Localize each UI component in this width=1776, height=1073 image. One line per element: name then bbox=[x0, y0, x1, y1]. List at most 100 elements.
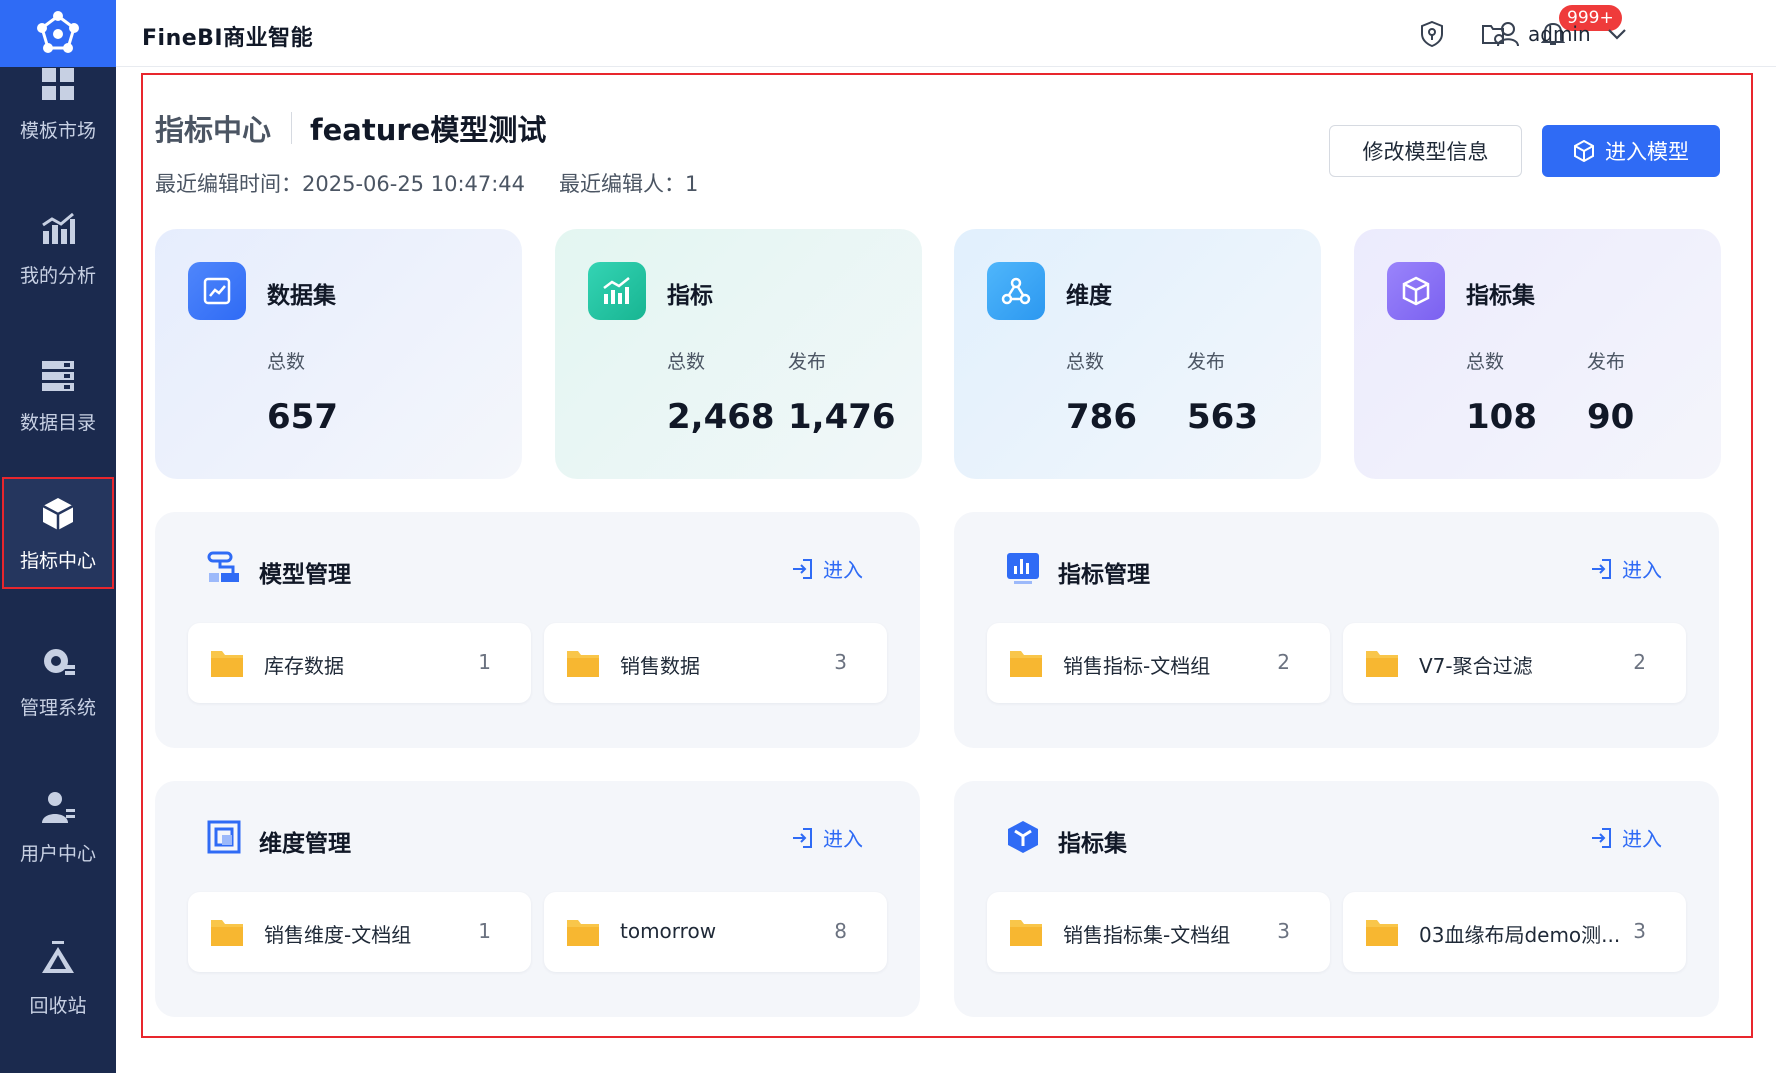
section-enter-link[interactable]: 进入 bbox=[1590, 823, 1662, 852]
dataset-chart-icon bbox=[188, 262, 246, 320]
section-title: 指标集 bbox=[1058, 831, 1127, 857]
folder-card[interactable]: 03血缘布局demo测... 3 bbox=[1343, 892, 1686, 972]
app-root: 模板市场 我的分析 数据目录 指标中心 管理系统 用户中心 回收站 FineBI… bbox=[0, 0, 1776, 1073]
folder-name: 销售维度-文档组 bbox=[264, 923, 412, 947]
folder-card[interactable]: 库存数据 1 bbox=[188, 623, 531, 703]
section-enter-link[interactable]: 进入 bbox=[791, 823, 863, 852]
section-title: 维度管理 bbox=[259, 831, 351, 857]
stat-total-value: 657 bbox=[267, 397, 338, 437]
section-dimension-management: 维度管理 进入 销售维度-文档组 1 tomorrow 8 bbox=[155, 781, 920, 1017]
sidebar-item-label: 回收站 bbox=[29, 994, 87, 1017]
sidebar-item-management-system[interactable]: 管理系统 bbox=[0, 624, 116, 736]
shield-icon[interactable] bbox=[1418, 20, 1446, 48]
last-editor: 最近编辑人：1 bbox=[559, 172, 699, 196]
enter-model-label: 进入模型 bbox=[1605, 140, 1689, 164]
folder-count: 3 bbox=[1277, 919, 1290, 943]
model-cube-icon bbox=[1574, 140, 1594, 162]
folder-icon bbox=[1366, 651, 1398, 677]
stat-total-label: 总数 bbox=[1466, 351, 1505, 373]
section-metric-set: 指标集 进入 销售指标集-文档组 3 03血缘布局demo测... 3 bbox=[954, 781, 1719, 1017]
folder-name: 销售数据 bbox=[620, 654, 700, 678]
folder-name: 销售指标集-文档组 bbox=[1063, 923, 1231, 947]
user-avatar-icon bbox=[1497, 22, 1519, 47]
sidebar-item-my-analysis[interactable]: 我的分析 bbox=[0, 192, 116, 304]
sidebar-item-user-center[interactable]: 用户中心 bbox=[0, 770, 116, 882]
metric-trend-icon bbox=[588, 262, 646, 320]
stat-published-value: 90 bbox=[1587, 397, 1635, 437]
edit-model-info-button[interactable]: 修改模型信息 bbox=[1329, 125, 1522, 177]
stat-title: 数据集 bbox=[267, 283, 336, 309]
folder-name: tomorrow bbox=[620, 919, 717, 943]
enter-arrow-icon bbox=[793, 827, 812, 848]
folder-name: 03血缘布局demo测... bbox=[1419, 923, 1621, 947]
section-enter-link[interactable]: 进入 bbox=[1590, 554, 1662, 583]
enter-label: 进入 bbox=[1622, 558, 1662, 582]
folder-icon bbox=[567, 651, 599, 677]
sidebar-item-label: 数据目录 bbox=[19, 411, 96, 434]
metric-center-cube-icon bbox=[38, 494, 78, 534]
enter-model-button[interactable]: 进入模型 bbox=[1542, 125, 1720, 177]
enter-arrow-icon bbox=[793, 558, 812, 579]
sidebar-item-label: 管理系统 bbox=[19, 696, 96, 719]
sidebar-item-label: 我的分析 bbox=[19, 264, 96, 287]
breadcrumb-section[interactable]: 指标中心 bbox=[155, 107, 271, 149]
template-market-icon bbox=[38, 64, 78, 104]
chevron-down-icon bbox=[1607, 29, 1626, 40]
last-edit-time: 最近编辑时间：2025-06-25 10:47:44 bbox=[155, 172, 526, 196]
metric-management-icon bbox=[1006, 551, 1040, 585]
sidebar-item-data-catalog[interactable]: 数据目录 bbox=[0, 339, 116, 451]
folder-card[interactable]: 销售数据 3 bbox=[544, 623, 887, 703]
enter-arrow-icon bbox=[1592, 558, 1611, 579]
folder-count: 1 bbox=[478, 650, 491, 674]
page-title-row: 指标中心 feature模型测试 bbox=[155, 108, 546, 148]
sidebar-item-label: 用户中心 bbox=[19, 842, 96, 865]
folder-icon bbox=[1010, 920, 1042, 946]
brand-title: FineBI商业智能 bbox=[142, 26, 314, 51]
dimension-management-icon bbox=[207, 820, 241, 854]
sidebar-item-label: 指标中心 bbox=[19, 549, 96, 572]
stat-card-dataset[interactable]: 数据集 总数 657 bbox=[155, 229, 522, 479]
model-meta: 最近编辑时间：2025-06-25 10:47:44 最近编辑人：1 bbox=[155, 168, 698, 198]
folder-icon bbox=[1366, 920, 1398, 946]
stat-card-metric[interactable]: 指标 总数 2,468 发布 1,476 bbox=[555, 229, 922, 479]
folder-count: 8 bbox=[834, 919, 847, 943]
folder-count: 2 bbox=[1633, 650, 1646, 674]
stat-published-label: 发布 bbox=[1187, 351, 1226, 373]
dimension-node-icon bbox=[987, 262, 1045, 320]
sidebar-item-recycle-bin[interactable]: 回收站 bbox=[0, 922, 116, 1034]
folder-icon bbox=[211, 651, 243, 677]
section-enter-link[interactable]: 进入 bbox=[791, 554, 863, 583]
sidebar-item-metric-center[interactable]: 指标中心 bbox=[2, 477, 114, 589]
stat-total-label: 总数 bbox=[667, 351, 706, 373]
enter-arrow-icon bbox=[1592, 827, 1611, 848]
section-title: 指标管理 bbox=[1058, 562, 1150, 588]
folder-name: 库存数据 bbox=[264, 654, 344, 678]
folder-card[interactable]: 销售指标集-文档组 3 bbox=[987, 892, 1330, 972]
data-catalog-icon bbox=[38, 356, 78, 396]
folder-card[interactable]: 销售维度-文档组 1 bbox=[188, 892, 531, 972]
stat-published-value: 563 bbox=[1187, 397, 1258, 437]
metric-set-icon bbox=[1006, 820, 1040, 854]
metric-set-cube-icon bbox=[1387, 262, 1445, 320]
title-divider bbox=[291, 112, 293, 144]
user-menu[interactable]: admin bbox=[1496, 18, 1627, 50]
folder-count: 1 bbox=[478, 919, 491, 943]
stat-published-label: 发布 bbox=[1587, 351, 1626, 373]
sidebar-item-label: 模板市场 bbox=[19, 119, 96, 142]
folder-count: 2 bbox=[1277, 650, 1290, 674]
sidebar-item-template-market[interactable]: 模板市场 bbox=[0, 47, 116, 159]
stat-title: 指标集 bbox=[1466, 283, 1535, 309]
folder-card[interactable]: tomorrow 8 bbox=[544, 892, 887, 972]
stat-total-value: 108 bbox=[1466, 397, 1537, 437]
enter-label: 进入 bbox=[1622, 827, 1662, 851]
folder-icon bbox=[1010, 651, 1042, 677]
stat-total-label: 总数 bbox=[267, 351, 306, 373]
user-icon bbox=[38, 787, 78, 827]
stat-card-dimension[interactable]: 维度 总数 786 发布 563 bbox=[954, 229, 1321, 479]
stat-card-metric-set[interactable]: 指标集 总数 108 发布 90 bbox=[1354, 229, 1721, 479]
folder-card[interactable]: V7-聚合过滤 2 bbox=[1343, 623, 1686, 703]
stat-published-value: 1,476 bbox=[788, 397, 896, 437]
folder-icon bbox=[567, 920, 599, 946]
folder-card[interactable]: 销售指标-文档组 2 bbox=[987, 623, 1330, 703]
analysis-chart-icon bbox=[38, 209, 78, 249]
